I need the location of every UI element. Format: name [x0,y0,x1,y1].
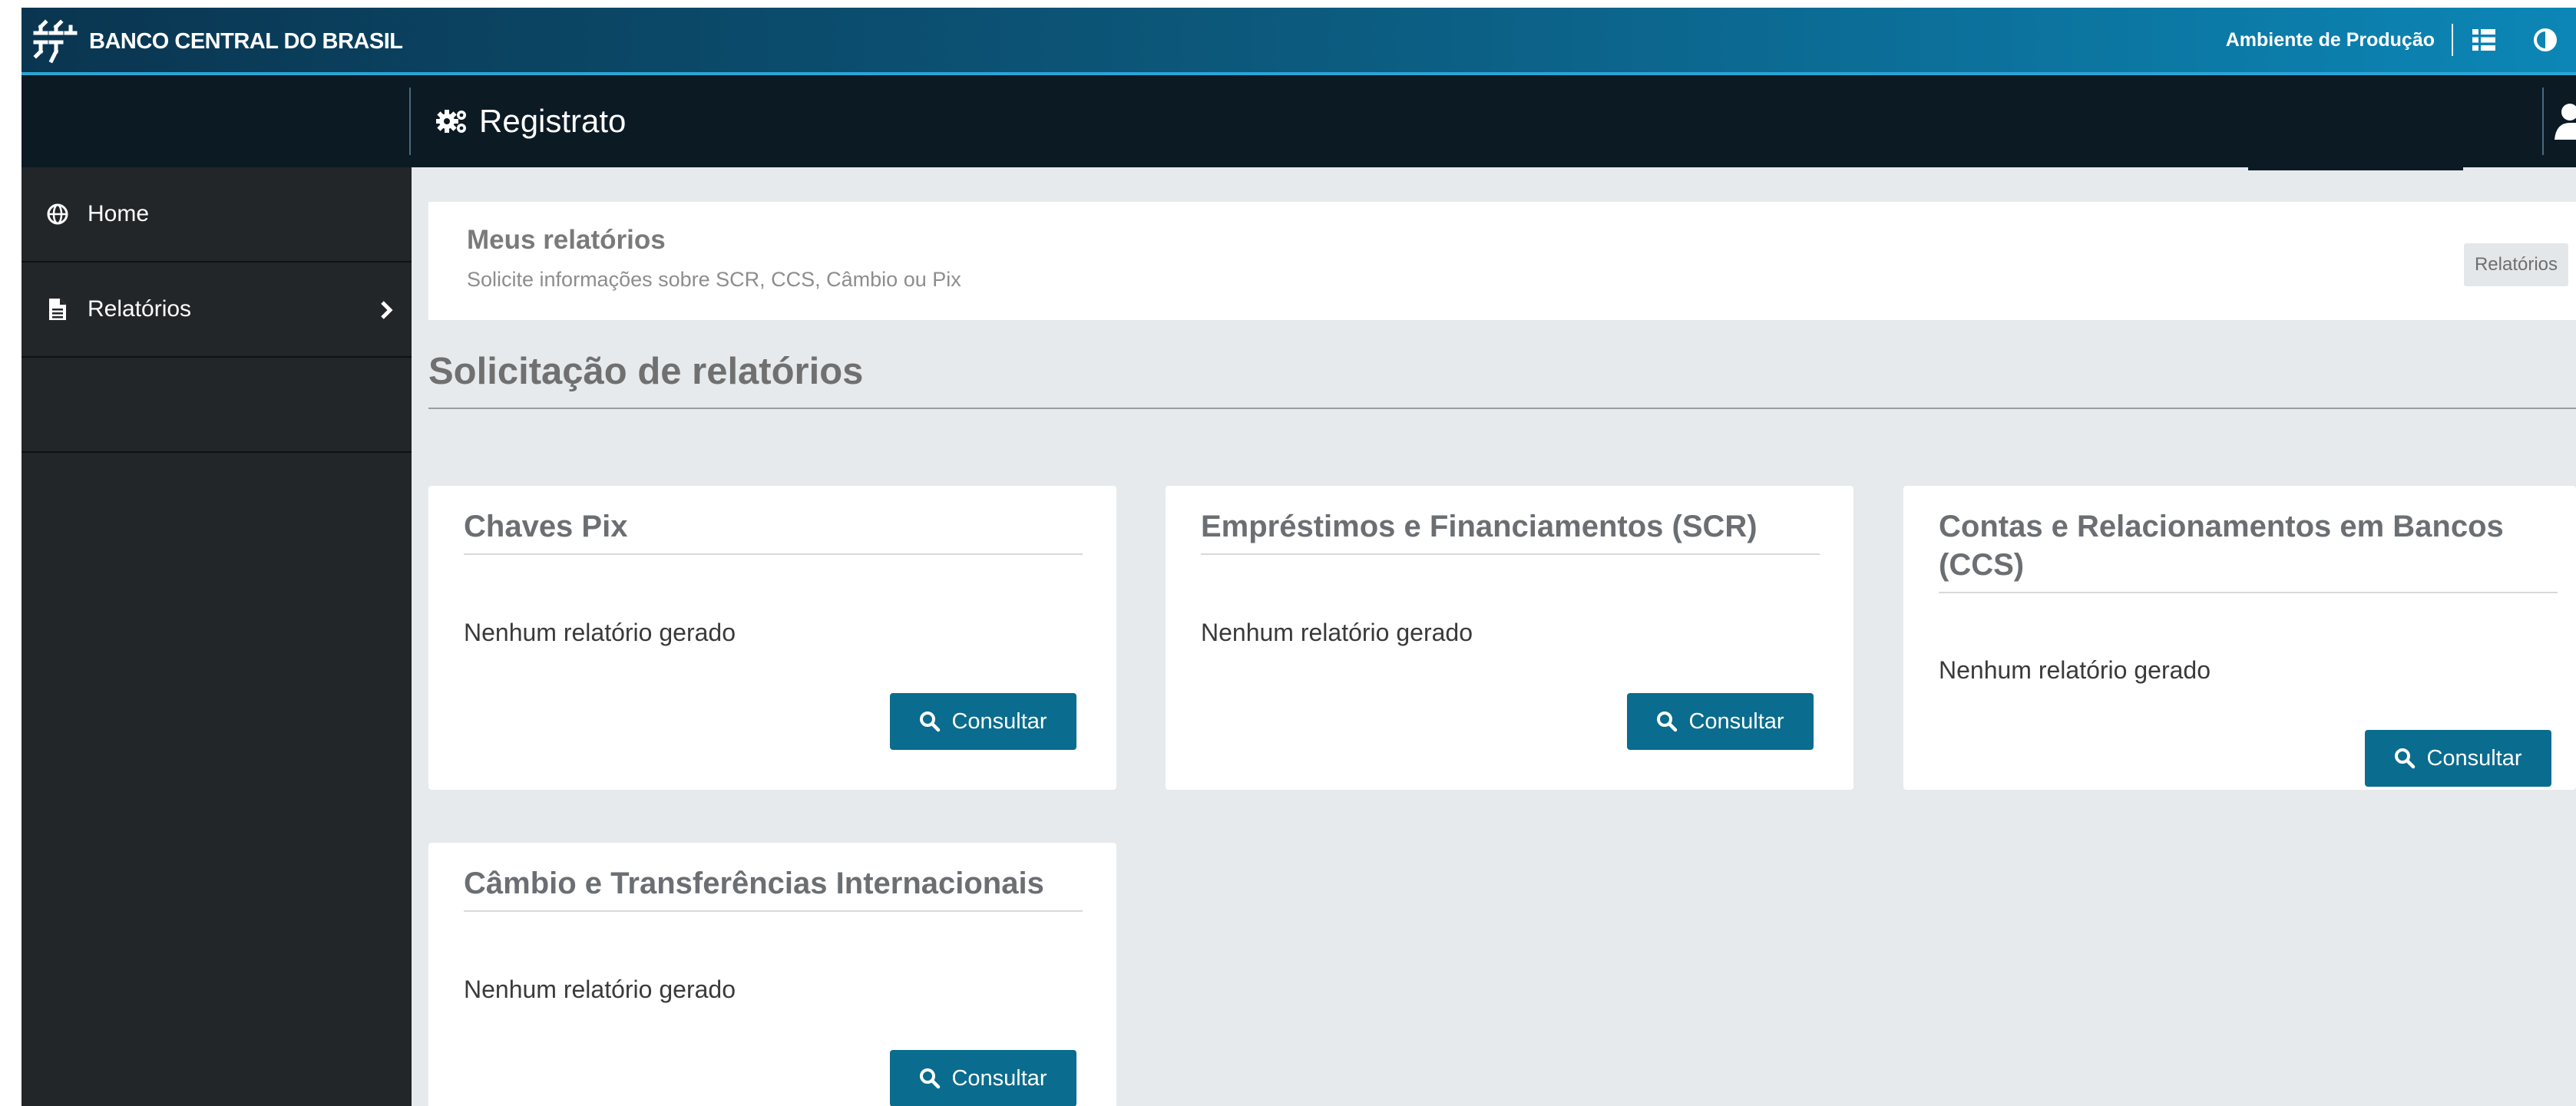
button-label: Consultar [951,708,1047,734]
search-icon [920,1068,941,1089]
bcb-logo-icon [33,19,78,64]
card-title: Câmbio e Transferências Internacionais [464,864,1083,912]
consultar-button[interactable]: Consultar [1627,693,1814,750]
consultar-button[interactable]: Consultar [2365,730,2551,787]
card-status: Nenhum relatório gerado [1201,619,1473,646]
section-title: Solicitação de relatórios [428,351,864,392]
sidebar-item-home[interactable]: Home [21,167,412,262]
search-icon [2395,748,2416,769]
sidebar-item-relatorios[interactable]: Relatórios [21,262,412,358]
app-title[interactable]: Registrato [436,75,626,167]
consultar-button[interactable]: Consultar [890,693,1076,750]
brand-name: BANCO CENTRAL DO BRASIL [89,28,403,54]
card-status: Nenhum relatório gerado [1939,656,2211,684]
search-icon [920,711,941,732]
top-bar: BANCO CENTRAL DO BRASIL Ambiente de Prod… [21,8,2576,75]
app-header: Registrato [21,75,2576,167]
button-label: Consultar [2426,745,2522,771]
chevron-right-icon [381,301,393,319]
report-card-cambio: Câmbio e Transferências Internacionais N… [428,843,1116,1106]
button-label: Consultar [1688,708,1784,734]
sidebar: Home Relatórios [21,167,412,1106]
sidebar-item-label: Home [88,201,150,226]
environment-area: Ambiente de Produção [2226,8,2576,72]
app-title-label: Registrato [479,103,627,139]
user-icon[interactable] [2553,103,2576,140]
divider [2542,87,2544,155]
report-card-scr: Empréstimos e Financiamentos (SCR) Nenhu… [1166,486,1853,790]
contrast-icon[interactable] [2515,8,2576,72]
divider [409,87,411,155]
divider [2452,24,2453,56]
card-title: Empréstimos e Financiamentos (SCR) [1201,507,1820,555]
button-label: Consultar [951,1065,1047,1091]
report-card-ccs: Contas e Relacionamentos em Bancos (CCS)… [1903,486,2576,790]
page-title: Meus relatórios [467,225,666,255]
page-header: Meus relatórios Solicite informações sob… [428,202,2576,320]
report-card-pix: Chaves Pix Nenhum relatório gerado Consu… [428,486,1116,790]
search-icon [1657,711,1678,732]
cogs-icon [436,110,466,133]
page-subtitle: Solicite informações sobre SCR, CCS, Câm… [467,268,961,291]
card-status: Nenhum relatório gerado [464,619,736,646]
sidebar-item-label: Relatórios [88,296,192,322]
card-status: Nenhum relatório gerado [464,976,736,1003]
card-title: Contas e Relacionamentos em Bancos (CCS) [1939,507,2558,593]
divider [428,408,2576,409]
globe-icon [46,203,69,226]
sidebar-empty-item [21,358,412,453]
file-icon [46,298,69,321]
consultar-button[interactable]: Consultar [890,1050,1076,1106]
card-title: Chaves Pix [464,507,1083,555]
app-window: BANCO CENTRAL DO BRASIL Ambiente de Prod… [21,8,2576,1106]
grid-menu-icon[interactable] [2453,8,2515,72]
breadcrumb[interactable]: Relatórios [2463,243,2568,286]
main-content: Meus relatórios Solicite informações sob… [412,167,2576,1106]
brand[interactable]: BANCO CENTRAL DO BRASIL [31,15,403,68]
environment-label: Ambiente de Produção [2225,28,2435,51]
